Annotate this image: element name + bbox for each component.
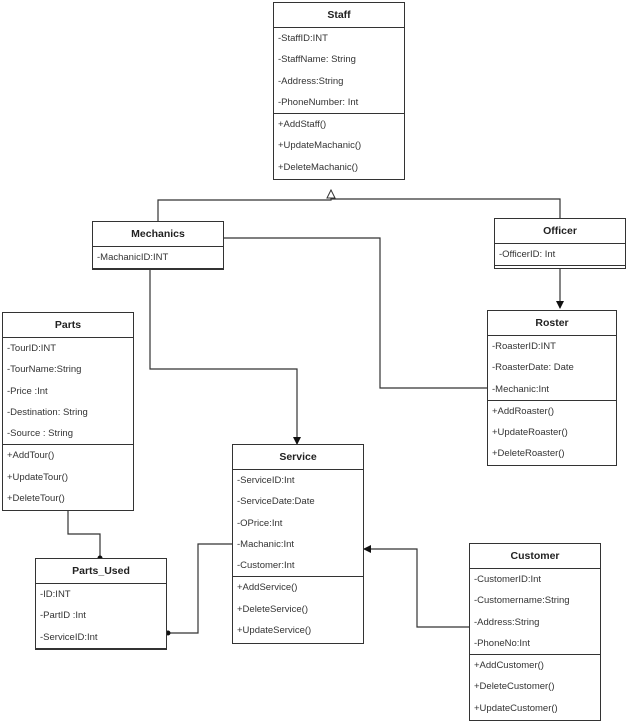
association-customer-service [363, 545, 469, 628]
attribute: -CustomerID:Int [474, 574, 542, 585]
methods-section [495, 265, 625, 270]
class-name: Service [233, 445, 363, 470]
class-name: Customer [470, 544, 600, 569]
composition-service-partsused [165, 543, 232, 636]
attribute: -ID:INT [40, 589, 71, 600]
association-mechanics-service [149, 270, 301, 445]
attribute: -TourName:String [7, 364, 82, 376]
methods-section: +AddService() +DeleteService() +UpdateSe… [233, 576, 363, 641]
class-parts-used[interactable]: Parts_Used -ID:INT -PartID :Int -Service… [35, 558, 167, 650]
method: +DeleteCustomer() [474, 681, 555, 693]
class-name: Officer [495, 219, 625, 244]
class-name: Roster [488, 311, 616, 336]
attribute: -StaffID:INT [278, 33, 328, 44]
methods-section [36, 647, 166, 653]
attribute: -Destination: String [7, 406, 88, 418]
attribute: -Address:String [474, 616, 540, 628]
class-name: Staff [274, 3, 404, 28]
methods-section: +AddTour() +UpdateTour() +DeleteTour() [3, 444, 133, 509]
attribute: -MachanicID:INT [97, 252, 169, 263]
attribute: -PhoneNo:Int [474, 637, 530, 649]
attribute: -Machanic:Int [237, 538, 295, 550]
methods-section: +AddStaff() +UpdateMachanic() +DeleteMac… [274, 113, 404, 178]
method: +UpdateRoaster() [492, 427, 568, 439]
method: +AddRoaster() [492, 405, 555, 417]
class-customer[interactable]: Customer -CustomerID:Int -Customername:S… [469, 543, 601, 721]
class-service[interactable]: Service -ServiceID:Int -ServiceDate:Date… [232, 444, 364, 644]
attribute: -ServiceID:Int [40, 631, 98, 643]
method: +DeleteTour() [7, 493, 65, 505]
attributes-section: -MachanicID:INT [93, 247, 223, 268]
method: +UpdateService() [237, 625, 312, 637]
attribute: -PhoneNumber: Int [278, 96, 359, 108]
method: +AddStaff() [278, 119, 327, 131]
class-name: Mechanics [93, 222, 223, 247]
association-mechanics-roster [224, 237, 487, 389]
method: +DeleteService() [237, 603, 309, 615]
method: +UpdateCustomer() [474, 702, 558, 714]
method: +AddTour() [7, 450, 55, 462]
method: +UpdateMachanic() [278, 140, 362, 152]
attribute: -Address:String [278, 75, 344, 87]
class-name: Parts_Used [36, 559, 166, 584]
class-parts[interactable]: Parts -TourID:INT -TourName:String -Pric… [2, 312, 134, 511]
attribute: -OPrice:Int [237, 517, 283, 529]
class-name: Parts [3, 313, 133, 338]
method: +AddService() [237, 582, 298, 594]
attribute: -Customer:Int [237, 560, 295, 572]
attribute: -StaffName: String [278, 54, 356, 66]
methods-section: +AddRoaster() +UpdateRoaster() +DeleteRo… [488, 399, 616, 465]
attribute: -RoasterID:INT [492, 341, 556, 352]
method: +DeleteRoaster() [492, 448, 565, 460]
attribute: -PartID :Int [40, 610, 86, 622]
attributes-section: -ServiceID:Int -ServiceDate:Date -OPrice… [233, 470, 363, 576]
attribute: -Price :Int [7, 385, 48, 397]
methods-section: +AddCustomer() +DeleteCustomer() +Update… [470, 654, 600, 719]
attributes-section: -ID:INT -PartID :Int -ServiceID:Int [36, 584, 166, 648]
attribute: -ServiceID:Int [237, 475, 295, 486]
composition-parts-partsused [67, 511, 103, 561]
attribute: -Mechanic:Int [492, 383, 550, 395]
methods-section [93, 268, 223, 273]
attribute: -ServiceDate:Date [237, 496, 315, 508]
attributes-section: -TourID:INT -TourName:String -Price :Int… [3, 338, 133, 444]
generalization-officer-staff [331, 198, 561, 218]
attribute: -TourID:INT [7, 343, 57, 354]
attribute: -RoasterDate: Date [492, 362, 574, 374]
attributes-section: -StaffID:INT -StaffName: String -Address… [274, 28, 404, 113]
attributes-section: -OfficerID: Int [495, 244, 625, 265]
method: +UpdateTour() [7, 471, 68, 483]
method: +DeleteMachanic() [278, 161, 358, 173]
attribute: -Source : String [7, 428, 73, 440]
attribute: -Customername:String [474, 595, 570, 607]
class-roster[interactable]: Roster -RoasterID:INT -RoasterDate: Date… [487, 310, 617, 466]
attribute: -OfficerID: Int [499, 249, 556, 260]
method: +AddCustomer() [474, 660, 544, 672]
generalization-mechanics-staff [157, 190, 331, 221]
class-mechanics[interactable]: Mechanics -MachanicID:INT [92, 221, 224, 270]
attributes-section: -RoasterID:INT -RoasterDate: Date -Mecha… [488, 336, 616, 400]
class-staff[interactable]: Staff -StaffID:INT -StaffName: String -A… [273, 2, 405, 180]
class-officer[interactable]: Officer -OfficerID: Int [494, 218, 626, 269]
attributes-section: -CustomerID:Int -Customername:String -Ad… [470, 569, 600, 654]
class-diagram-canvas: Staff -StaffID:INT -StaffName: String -A… [0, 0, 628, 726]
